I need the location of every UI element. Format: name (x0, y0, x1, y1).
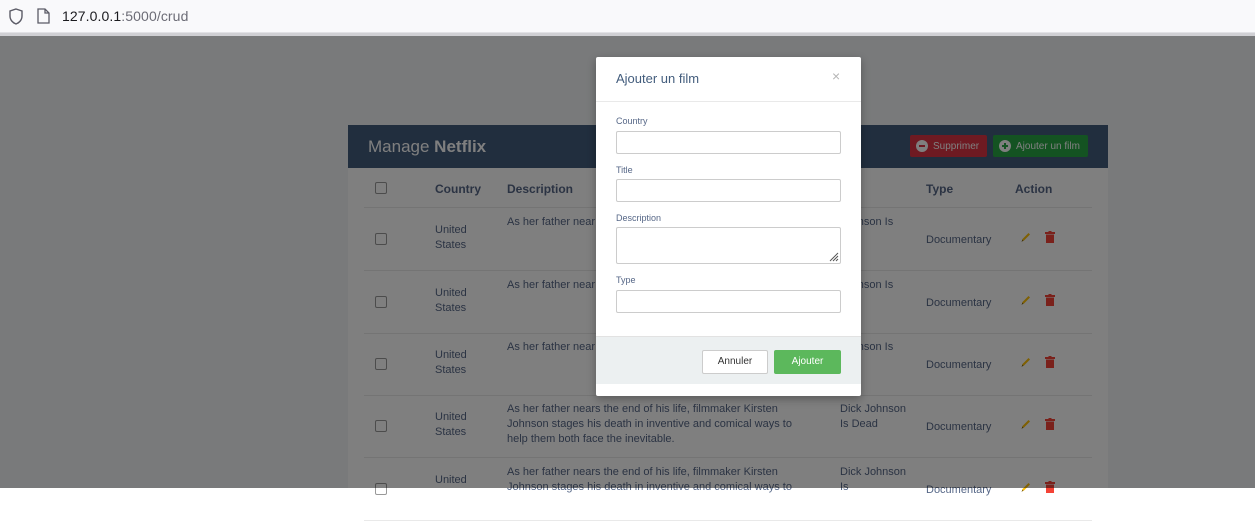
page-icon (37, 8, 50, 24)
type-input[interactable] (616, 290, 841, 313)
description-textarea[interactable] (616, 227, 841, 264)
url-field[interactable]: 127.0.0.1:5000/crud (62, 8, 188, 24)
cancel-button[interactable]: Annuler (702, 350, 768, 374)
modal-footer: Annuler Ajouter (596, 336, 861, 384)
modal-title: Ajouter un film (616, 71, 700, 86)
submit-button[interactable]: Ajouter (774, 350, 841, 374)
resize-grip-icon[interactable] (827, 250, 839, 262)
url-path: :5000/crud (121, 8, 189, 24)
url-host: 127.0.0.1 (62, 8, 122, 24)
modal-header: Ajouter un film × (596, 57, 861, 102)
country-input[interactable] (616, 131, 841, 154)
description-label: Description (616, 213, 662, 223)
title-label: Title (616, 165, 633, 175)
shield-icon[interactable] (8, 8, 24, 25)
browser-address-bar: 127.0.0.1:5000/crud (0, 0, 1255, 33)
title-input[interactable] (616, 179, 841, 202)
country-label: Country (616, 116, 648, 126)
add-film-modal: Ajouter un film × Country Title Descript… (596, 57, 861, 396)
type-label: Type (616, 275, 636, 285)
close-icon[interactable]: × (832, 68, 840, 84)
